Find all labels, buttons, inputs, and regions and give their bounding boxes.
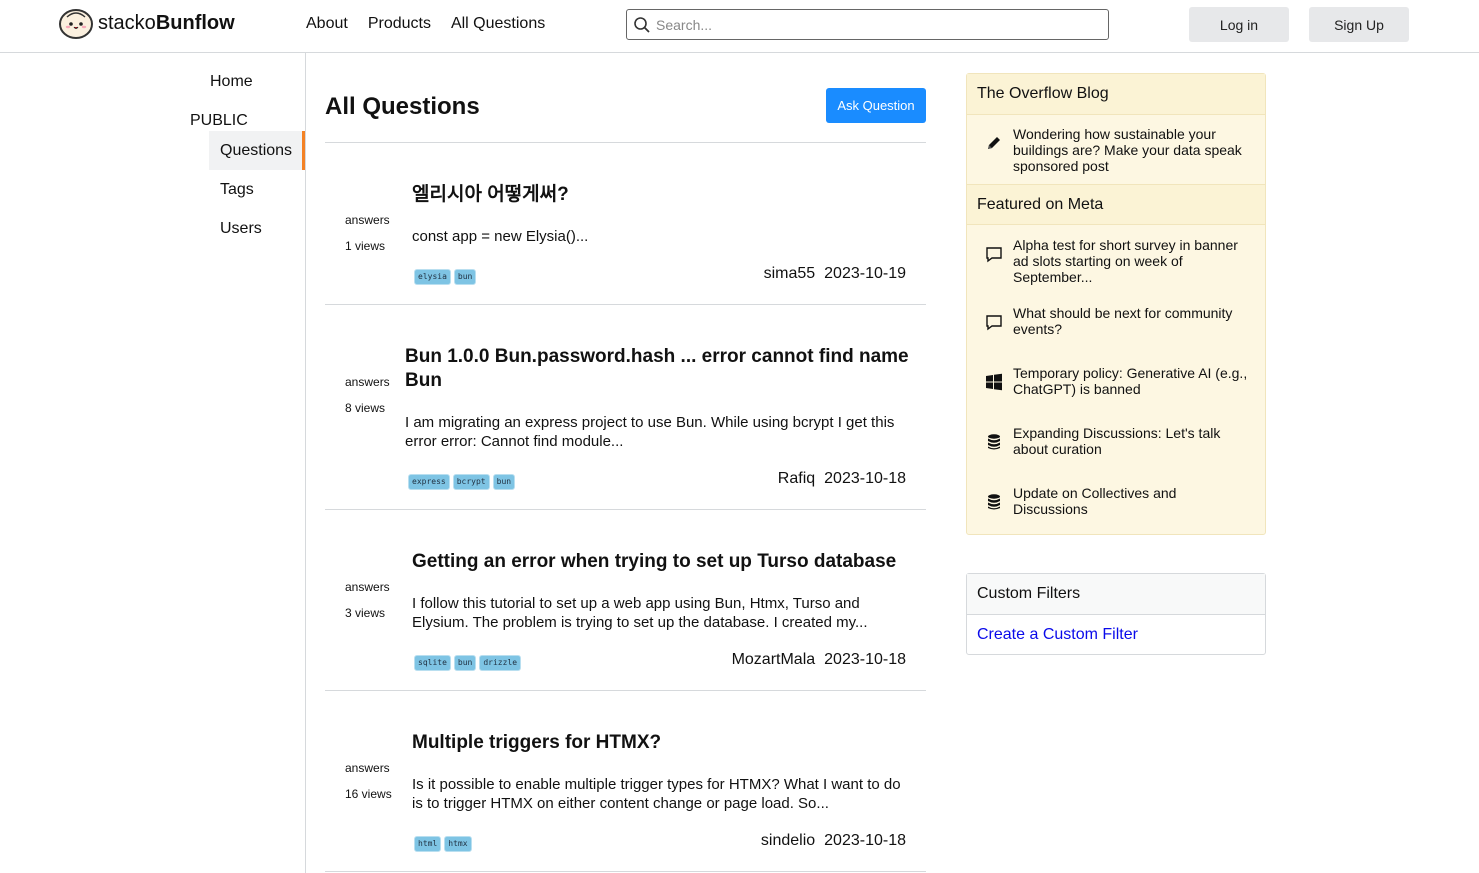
author-name[interactable]: Rafiq	[778, 470, 815, 488]
tag[interactable]: bcrypt	[452, 474, 490, 490]
answers-count: answers	[345, 375, 390, 389]
question-title[interactable]: Getting an error when trying to set up T…	[412, 550, 907, 574]
windows-icon	[986, 373, 1002, 391]
views-count: 1 views	[345, 239, 386, 253]
tag[interactable]: sqlite	[414, 655, 451, 671]
tag-list: sqlite bun drizzle	[414, 655, 522, 671]
author-name[interactable]: sima55	[764, 265, 816, 283]
author-name[interactable]: MozartMala	[732, 651, 816, 669]
create-filter-link[interactable]: Create a Custom Filter	[967, 615, 1265, 655]
nav-all-questions[interactable]: All Questions	[451, 15, 545, 33]
pencil-icon	[988, 137, 1000, 149]
views-count: 16 views	[345, 787, 392, 801]
answers-count: answers	[345, 761, 390, 775]
search-box[interactable]	[626, 9, 1109, 40]
top-bar: stackoBunflow About Products All Questio…	[0, 0, 1479, 53]
sidebar-item-tags[interactable]: Tags	[209, 170, 305, 209]
post-date: 2023-10-18	[824, 832, 906, 849]
question-title[interactable]: 엘리시아 어떻게써?	[412, 183, 907, 207]
question-stats: answers 1 views	[345, 213, 390, 265]
question-meta: MozartMala 2023-10-18	[732, 651, 906, 669]
search-icon	[634, 16, 650, 33]
logo[interactable]: stackoBunflow	[58, 5, 235, 41]
question-stats: answers 3 views	[345, 580, 390, 632]
meta-item[interactable]: Temporary policy: Generative AI (e.g., C…	[1013, 365, 1253, 397]
database-icon	[988, 494, 1000, 510]
custom-filters-widget: Custom Filters Create a Custom Filter	[966, 573, 1266, 655]
blog-heading: The Overflow Blog	[967, 74, 1265, 115]
tag-list: html htmx	[414, 836, 472, 852]
question-item: answers 1 views 엘리시아 어떻게써? const app = n…	[325, 143, 926, 305]
chat-bubble-icon	[986, 247, 1002, 263]
nav-about[interactable]: About	[306, 15, 348, 33]
tag[interactable]: express	[408, 474, 450, 490]
sidebar-item-users[interactable]: Users	[209, 209, 305, 248]
post-date: 2023-10-19	[824, 265, 906, 282]
tag[interactable]: drizzle	[479, 655, 522, 671]
tag[interactable]: htmx	[444, 836, 472, 852]
sidebar-item-home[interactable]: Home	[210, 73, 253, 91]
question-excerpt: I follow this tutorial to set up a web a…	[412, 595, 868, 631]
nav-products[interactable]: Products	[368, 15, 431, 33]
meta-item[interactable]: Alpha test for short survey in banner ad…	[1013, 237, 1253, 285]
bun-logo-icon	[59, 9, 93, 39]
tag[interactable]: html	[414, 836, 442, 852]
search-input[interactable]	[656, 16, 1096, 33]
author-name[interactable]: sindelio	[761, 832, 815, 850]
question-meta: Rafiq 2023-10-18	[778, 470, 906, 488]
meta-item[interactable]: What should be next for community events…	[1013, 305, 1253, 337]
left-sidebar: Home PUBLIC Questions Tags Users	[0, 53, 306, 873]
question-title[interactable]: Bun 1.0.0 Bun.password.hash ... error ca…	[405, 345, 910, 393]
database-icon	[988, 434, 1000, 450]
question-item: answers 16 views Multiple triggers for H…	[325, 691, 926, 872]
meta-heading: Featured on Meta	[967, 184, 1265, 225]
post-date: 2023-10-18	[824, 470, 906, 487]
overflow-blog-widget: The Overflow Blog Wondering how sustaina…	[966, 73, 1266, 535]
question-stats: answers 8 views	[345, 375, 390, 427]
views-count: 8 views	[345, 401, 386, 415]
meta-item[interactable]: Update on Collectives and Discussions	[1013, 485, 1253, 517]
tag-list: express bcrypt bun	[408, 474, 516, 490]
sidebar-item-questions[interactable]: Questions	[209, 131, 305, 170]
sidebar-section-public: PUBLIC	[190, 112, 248, 129]
meta-item[interactable]: Expanding Discussions: Let's talk about …	[1013, 425, 1253, 457]
question-meta: sindelio 2023-10-18	[761, 832, 906, 850]
question-excerpt: Is it possible to enable multiple trigge…	[412, 776, 901, 812]
filters-heading: Custom Filters	[967, 574, 1265, 615]
answers-count: answers	[345, 580, 390, 594]
ask-question-button[interactable]: Ask Question	[826, 88, 926, 123]
tag[interactable]: bun	[492, 474, 516, 490]
question-item: answers 8 views Bun 1.0.0 Bun.password.h…	[325, 305, 926, 510]
question-excerpt: const app = new Elysia()...	[412, 228, 589, 245]
signup-button[interactable]: Sign Up	[1309, 7, 1409, 42]
page-title: All Questions	[325, 93, 480, 120]
tag[interactable]: elysia	[414, 269, 451, 285]
tag-list: elysia bun	[414, 269, 477, 285]
question-excerpt: I am migrating an express project to use…	[405, 414, 895, 450]
answers-count: answers	[345, 213, 390, 227]
login-button[interactable]: Log in	[1189, 7, 1289, 42]
logo-text: stackoBunflow	[98, 11, 235, 34]
chat-bubble-icon	[986, 315, 1002, 331]
post-date: 2023-10-18	[824, 651, 906, 668]
question-item: answers 3 views Getting an error when tr…	[325, 510, 926, 691]
views-count: 3 views	[345, 606, 386, 620]
top-nav: About Products All Questions	[306, 15, 545, 33]
question-title[interactable]: Multiple triggers for HTMX?	[412, 731, 907, 755]
tag[interactable]: bun	[453, 269, 477, 285]
tag[interactable]: bun	[453, 655, 477, 671]
blog-item[interactable]: Wondering how sustainable your buildings…	[1013, 126, 1253, 174]
question-meta: sima55 2023-10-19	[764, 265, 906, 283]
question-stats: answers 16 views	[345, 761, 392, 813]
